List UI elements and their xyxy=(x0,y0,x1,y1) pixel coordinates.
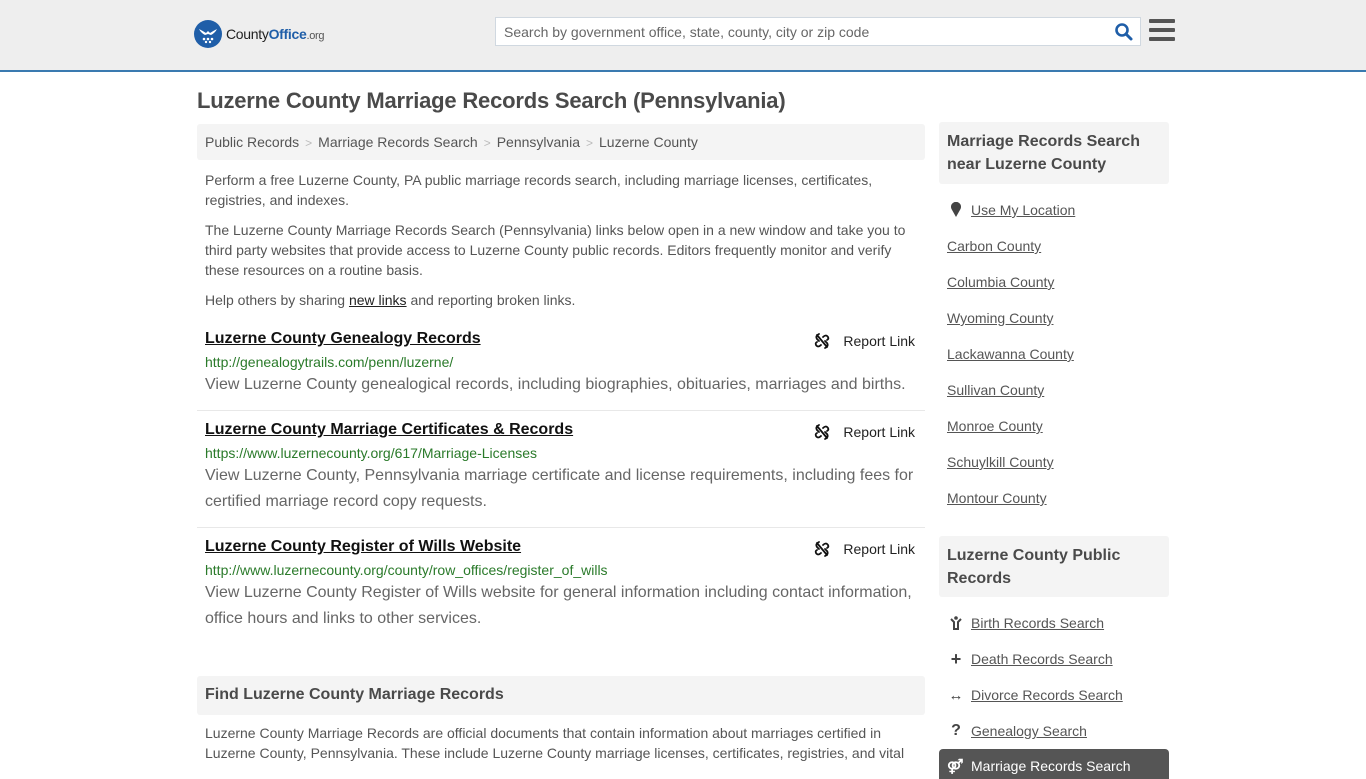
result-url: http://www.luzernecounty.org/county/row_… xyxy=(205,562,608,578)
find-records-body: Luzerne County Marriage Records are offi… xyxy=(205,725,905,761)
nearby-county-link[interactable]: Sullivan County xyxy=(947,382,1044,398)
report-link-label: Report Link xyxy=(843,424,915,440)
birth-records-link[interactable]: Birth Records Search xyxy=(971,615,1104,631)
search-box xyxy=(495,17,1141,46)
new-links-link[interactable]: new links xyxy=(349,292,407,308)
breadcrumb-marriage-records-search[interactable]: Marriage Records Search xyxy=(318,134,478,150)
report-link-button[interactable]: Report Link xyxy=(813,332,915,350)
genealogy-search-link[interactable]: Genealogy Search xyxy=(971,723,1087,739)
nearby-county-item: Carbon County xyxy=(947,228,1167,264)
breadcrumb-current: Luzerne County xyxy=(599,134,698,150)
search-input[interactable] xyxy=(496,18,1106,45)
public-record-item: Birth Records Search xyxy=(947,605,1167,641)
nearby-county-item: Sullivan County xyxy=(947,372,1167,408)
result-title-link[interactable]: Luzerne County Genealogy Records xyxy=(205,330,481,348)
nearby-county-item: Monroe County xyxy=(947,408,1167,444)
report-link-label: Report Link xyxy=(843,541,915,557)
page-title: Luzerne County Marriage Records Search (… xyxy=(197,88,786,113)
result-url: http://genealogytrails.com/penn/luzerne/ xyxy=(205,354,454,370)
use-my-location-link[interactable]: Use My Location xyxy=(971,202,1075,218)
public-record-item: ? Genealogy Search xyxy=(947,713,1167,749)
logo-name-bold: Office xyxy=(268,26,307,42)
public-record-item: ↔ Divorce Records Search xyxy=(947,677,1167,713)
result-url: https://www.luzernecounty.org/617/Marria… xyxy=(205,445,538,461)
nearby-county-item: Schuylkill County xyxy=(947,444,1167,480)
logo-name: County xyxy=(226,26,269,42)
double-arrow-icon: ↔ xyxy=(948,686,964,704)
result-title-link[interactable]: Luzerne County Register of Wills Website xyxy=(205,538,521,556)
find-records-heading: Find Luzerne County Marriage Records xyxy=(197,676,925,715)
breadcrumb-separator: > xyxy=(305,136,313,150)
intro-paragraph-3: Help others by sharing new links and rep… xyxy=(205,290,920,310)
nearby-county-link[interactable]: Montour County xyxy=(947,490,1047,506)
result-description: View Luzerne County, Pennsylvania marria… xyxy=(205,467,914,510)
site-logo[interactable]: CountyOffice.org xyxy=(194,20,325,48)
result-item: Luzerne County Genealogy Records Report … xyxy=(197,328,925,411)
death-records-link[interactable]: Death Records Search xyxy=(971,651,1113,667)
broken-link-icon xyxy=(815,333,830,349)
question-icon: ? xyxy=(951,722,961,739)
result-description: View Luzerne County Register of Wills we… xyxy=(205,584,912,627)
nearby-county-link[interactable]: Wyoming County xyxy=(947,310,1053,326)
intro-p3-text-end: and reporting broken links. xyxy=(406,292,576,308)
report-link-button[interactable]: Report Link xyxy=(813,540,915,558)
logo-text: CountyOffice.org xyxy=(226,26,325,42)
breadcrumb: Public Records > Marriage Records Search > P… xyxy=(197,124,925,160)
nearby-county-item: Lackawanna County xyxy=(947,336,1167,372)
intro-paragraph-2: The Luzerne County Marriage Records Sear… xyxy=(205,222,906,278)
intro-paragraph-1: Perform a free Luzerne County, PA public… xyxy=(205,172,873,208)
broken-link-icon xyxy=(815,424,830,440)
search-icon[interactable] xyxy=(1114,22,1134,42)
breadcrumb-separator: > xyxy=(585,136,593,150)
breadcrumb-public-records[interactable]: Public Records xyxy=(205,134,299,150)
result-description: View Luzerne County genealogical records… xyxy=(205,376,906,393)
hamburger-menu-icon[interactable] xyxy=(1149,19,1175,43)
nearby-county-link[interactable]: Carbon County xyxy=(947,238,1041,254)
site-header: CountyOffice.org xyxy=(0,0,1366,72)
nearby-heading: Marriage Records Search near Luzerne Cou… xyxy=(939,122,1169,184)
intro-text: Perform a free Luzerne County, PA public… xyxy=(205,170,920,320)
marriage-symbol-icon: ⚤ xyxy=(947,758,964,774)
sidebar-item-marriage-records-active[interactable]: ⚤ Marriage Records Search xyxy=(939,749,1169,779)
breadcrumb-pennsylvania[interactable]: Pennsylvania xyxy=(497,134,580,150)
cross-icon: + xyxy=(950,648,962,669)
result-title-link[interactable]: Luzerne County Marriage Certificates & R… xyxy=(205,421,573,439)
report-link-button[interactable]: Report Link xyxy=(813,423,915,441)
public-records-list: Birth Records Search + Death Records Sea… xyxy=(947,605,1167,749)
nearby-list: Use My Location Carbon County Columbia C… xyxy=(947,192,1167,516)
public-records-heading: Luzerne County Public Records xyxy=(939,536,1169,597)
use-my-location-item: Use My Location xyxy=(947,192,1167,228)
logo-eagle-icon xyxy=(194,20,222,48)
nearby-county-item: Columbia County xyxy=(947,264,1167,300)
nearby-county-link[interactable]: Schuylkill County xyxy=(947,454,1054,470)
intro-p3-text: Help others by sharing xyxy=(205,292,349,308)
nearby-county-link[interactable]: Monroe County xyxy=(947,418,1043,434)
nearby-county-link[interactable]: Lackawanna County xyxy=(947,346,1074,362)
child-icon xyxy=(947,616,965,630)
nearby-county-item: Montour County xyxy=(947,480,1167,516)
result-item: Luzerne County Marriage Certificates & R… xyxy=(197,419,925,528)
nearby-county-item: Wyoming County xyxy=(947,300,1167,336)
active-item-label: Marriage Records Search xyxy=(971,758,1131,774)
logo-tld: .org xyxy=(306,30,325,42)
result-item: Luzerne County Register of Wills Website… xyxy=(197,536,925,645)
public-record-item: + Death Records Search xyxy=(947,641,1167,677)
map-pin-icon xyxy=(947,202,965,218)
nearby-county-link[interactable]: Columbia County xyxy=(947,274,1054,290)
report-link-label: Report Link xyxy=(843,333,915,349)
divorce-records-link[interactable]: Divorce Records Search xyxy=(971,687,1123,703)
breadcrumb-separator: > xyxy=(483,136,491,150)
broken-link-icon xyxy=(815,541,830,557)
